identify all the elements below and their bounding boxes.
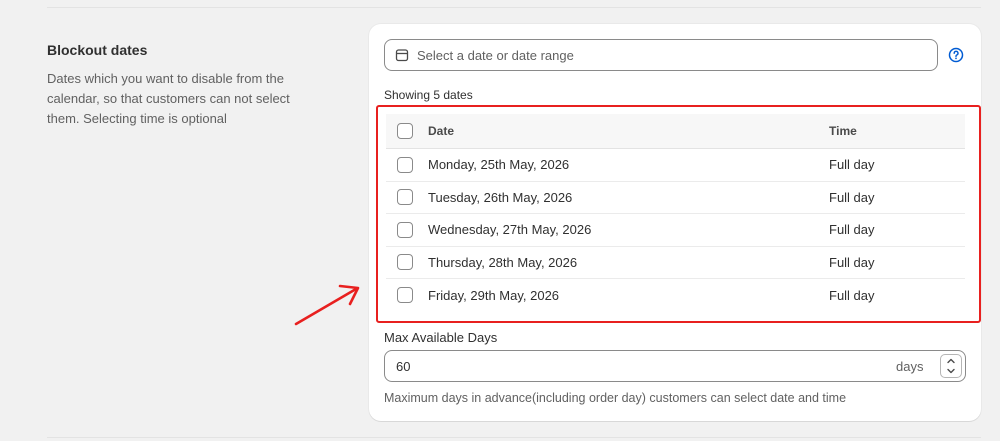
section-description: Dates which you want to disable from the… (47, 71, 290, 126)
bottom-divider (47, 437, 981, 438)
row-time: Full day (829, 189, 875, 205)
row-checkbox[interactable] (397, 156, 413, 173)
max-days-field: days (384, 350, 966, 382)
section-info: Blockout dates Dates which you want to d… (47, 40, 317, 129)
max-days-suffix: days (896, 359, 924, 374)
row-checkbox[interactable] (397, 254, 413, 271)
calendar-icon (395, 48, 409, 62)
date-picker-placeholder: Select a date or date range (417, 47, 574, 63)
table-header: Date Time (386, 114, 965, 149)
row-date: Wednesday, 27th May, 2026 (428, 222, 592, 238)
header-date: Date (428, 124, 455, 138)
max-days-stepper[interactable] (940, 354, 962, 378)
table-row[interactable]: Tuesday, 26th May, 2026 Full day (386, 182, 965, 214)
chevron-down-icon[interactable] (941, 366, 961, 377)
top-divider (47, 7, 981, 8)
table-row[interactable]: Thursday, 28th May, 2026 Full day (386, 247, 965, 279)
row-date: Tuesday, 26th May, 2026 (428, 189, 573, 205)
section-title: Blockout dates (47, 42, 148, 58)
showing-count: Showing 5 dates (384, 88, 473, 102)
row-date: Friday, 29th May, 2026 (428, 287, 560, 303)
max-days-help: Maximum days in advance(including order … (384, 391, 847, 405)
row-date: Thursday, 28th May, 2026 (428, 254, 578, 270)
select-all-checkbox[interactable] (397, 123, 413, 139)
table-row[interactable]: Friday, 29th May, 2026 Full day (386, 279, 965, 312)
row-checkbox[interactable] (397, 287, 413, 304)
row-time: Full day (829, 254, 875, 270)
header-time: Time (829, 124, 857, 138)
blockout-dates-table: Date Time Monday, 25th May, 2026 Full da… (386, 114, 965, 312)
blockout-card: Select a date or date range Showing 5 da… (369, 24, 981, 421)
chevron-up-icon[interactable] (941, 355, 961, 366)
row-checkbox[interactable] (397, 221, 413, 238)
table-row[interactable]: Wednesday, 27th May, 2026 Full day (386, 214, 965, 247)
row-date: Monday, 25th May, 2026 (428, 157, 570, 173)
date-range-picker[interactable]: Select a date or date range (384, 39, 938, 71)
max-days-label: Max Available Days (384, 330, 498, 345)
row-checkbox[interactable] (397, 189, 413, 206)
annotation-arrow-icon (294, 284, 360, 326)
row-time: Full day (829, 222, 875, 238)
max-days-input[interactable] (386, 352, 786, 380)
row-time: Full day (829, 157, 875, 173)
question-circle-icon[interactable] (948, 47, 964, 63)
row-time: Full day (829, 287, 875, 303)
table-row[interactable]: Monday, 25th May, 2026 Full day (386, 149, 965, 182)
